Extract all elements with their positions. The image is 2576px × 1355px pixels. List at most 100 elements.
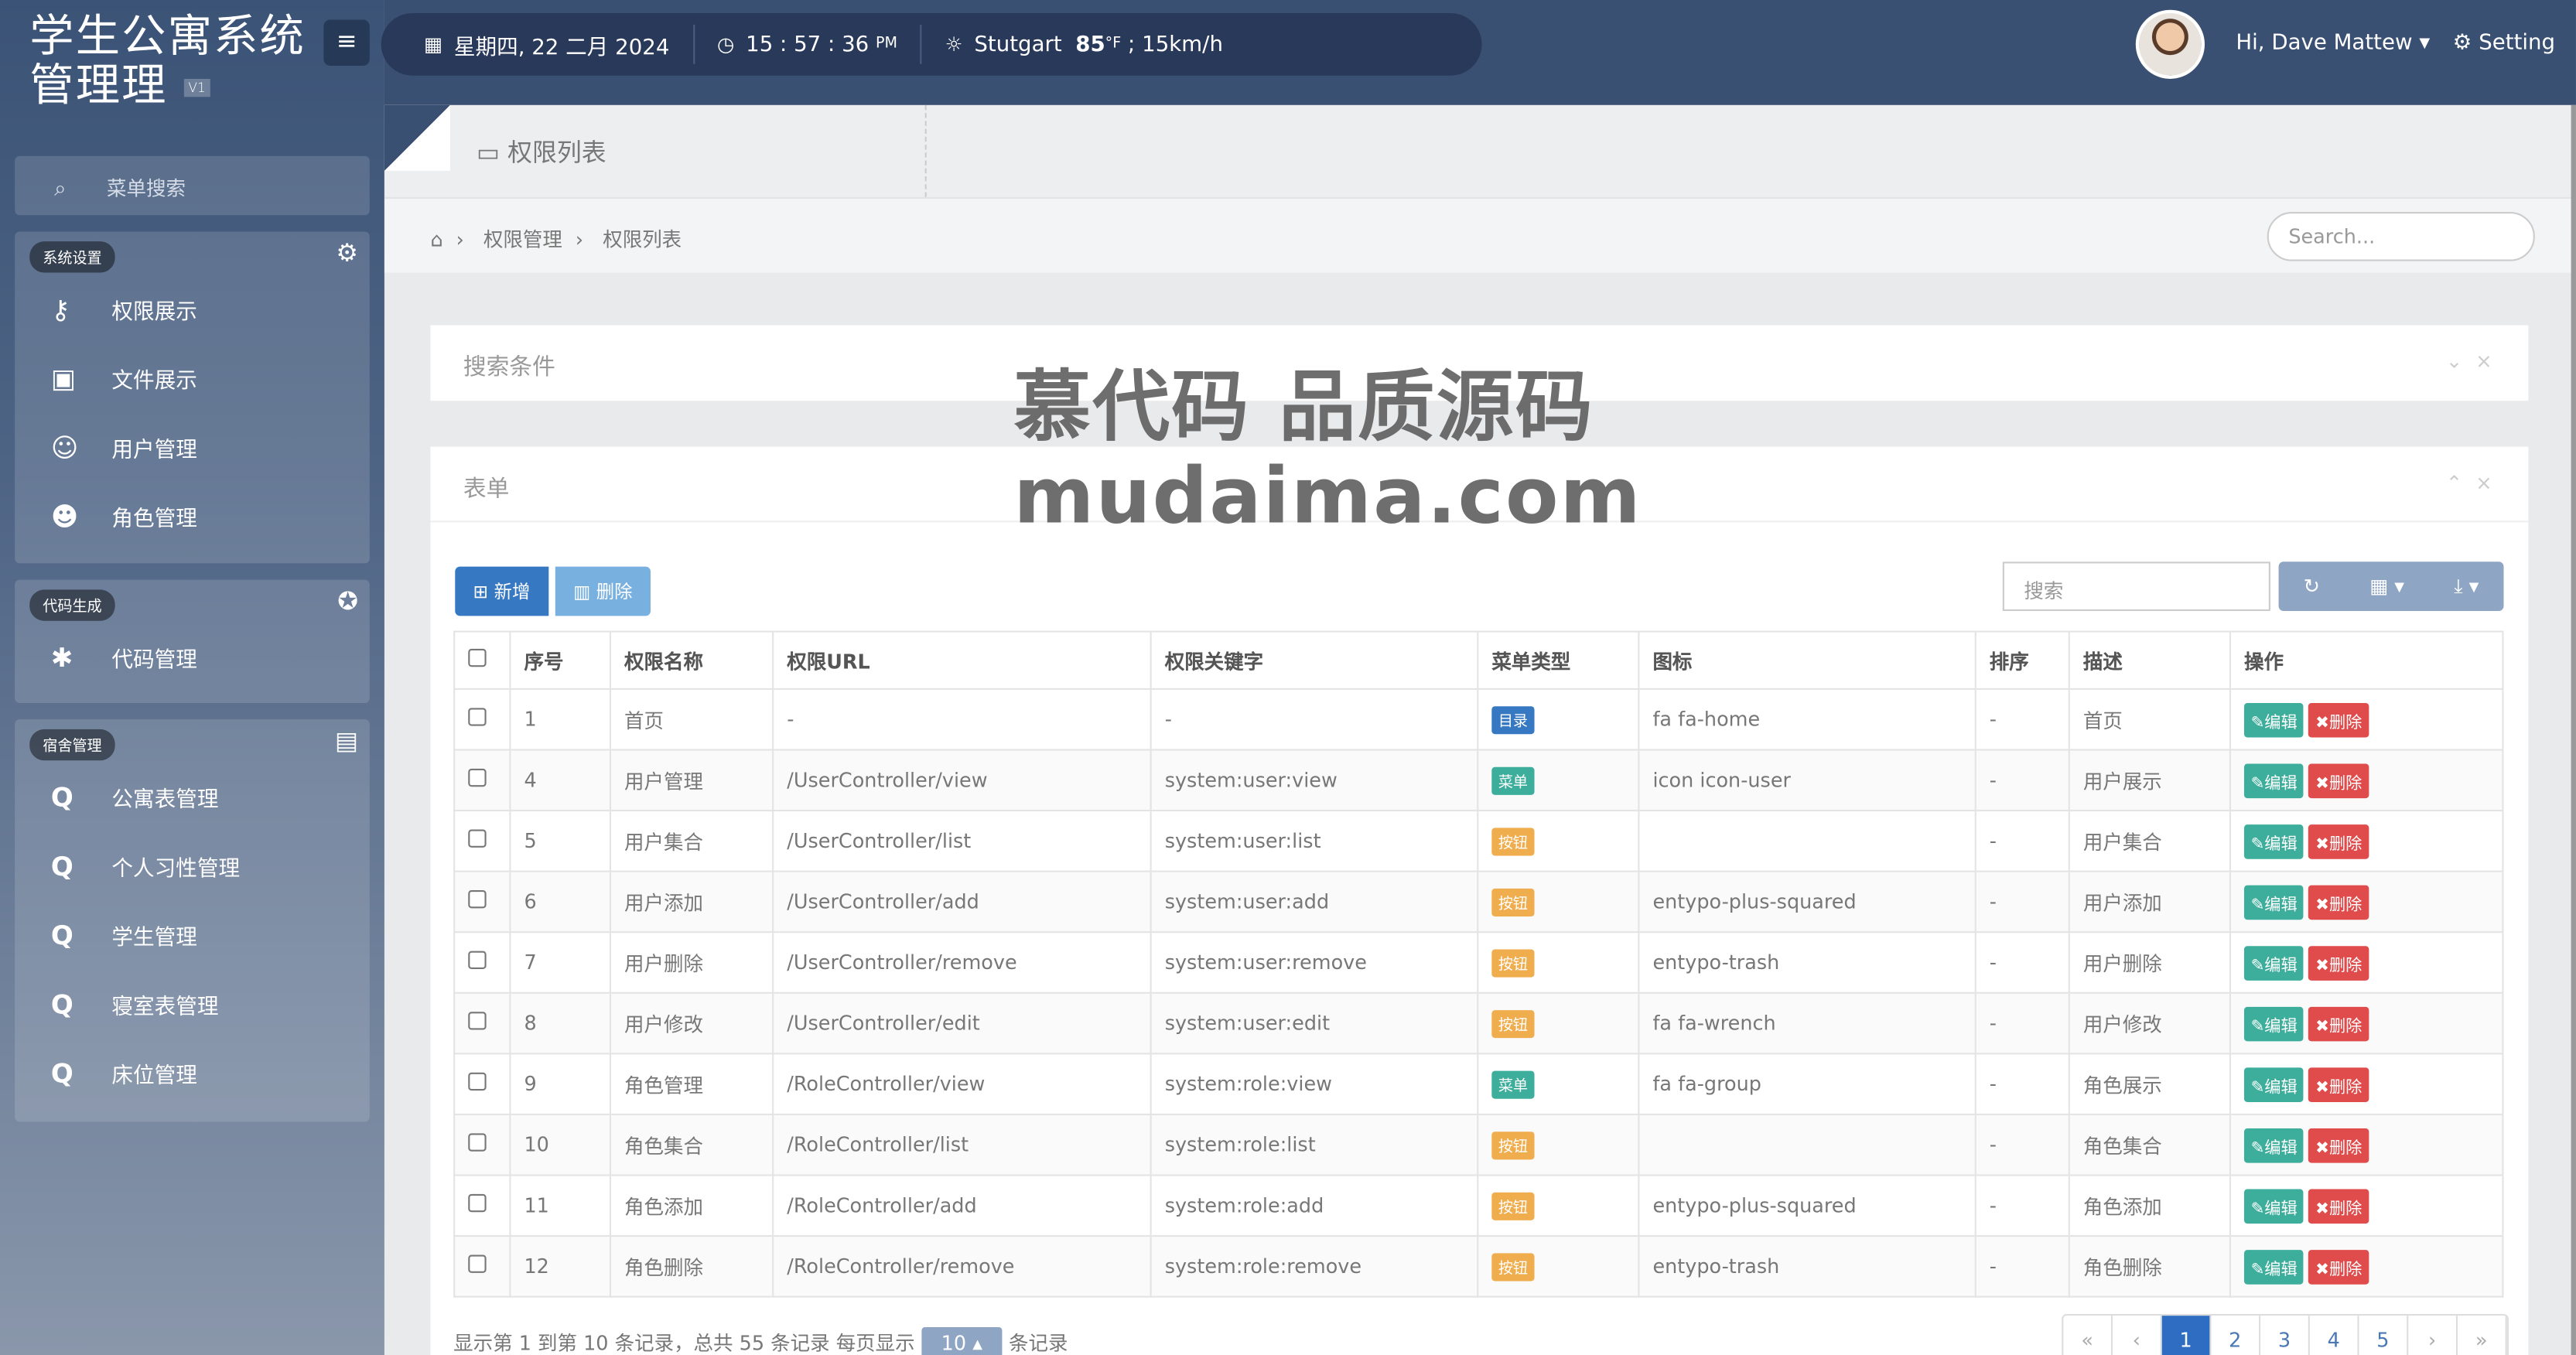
select-all-checkbox[interactable]: [468, 648, 487, 667]
menu-group-system: 系统设置 ⚙ ⚷ 权限展示 ▣ 文件展示 ☺ 用户管理 ☻ 角色管理: [15, 231, 370, 564]
row-delete-button[interactable]: ✖删除: [2308, 701, 2369, 737]
col-header[interactable]: 权限名称: [609, 630, 774, 690]
columns-icon[interactable]: ▦ ▾: [2369, 575, 2404, 598]
row-delete-button[interactable]: ✖删除: [2308, 1005, 2369, 1041]
col-header[interactable]: 描述: [2068, 630, 2231, 690]
global-search-input[interactable]: Search...: [2267, 211, 2535, 261]
row-checkbox[interactable]: [468, 1012, 487, 1030]
sidebar-item-beds[interactable]: Q 床位管理: [15, 1038, 370, 1107]
row-checkbox[interactable]: [468, 951, 487, 969]
cell-id: 6: [509, 870, 612, 933]
page-button[interactable]: «: [2063, 1316, 2113, 1355]
edit-button[interactable]: ✎编辑: [2243, 824, 2304, 858]
cell-sort: -: [1974, 870, 2070, 933]
row-checkbox[interactable]: [468, 890, 487, 909]
page-button[interactable]: 1: [2161, 1316, 2212, 1355]
row-delete-button[interactable]: ✖删除: [2308, 1127, 2369, 1162]
col-header[interactable]: 图标: [1638, 630, 1976, 690]
add-button[interactable]: ⊞ 新增: [455, 566, 548, 616]
menu-toggle-button[interactable]: ≡: [323, 19, 370, 66]
row-checkbox[interactable]: [468, 708, 487, 726]
col-header[interactable]: 排序: [1974, 630, 2070, 690]
table-row[interactable]: 7 用户删除/UserController/remove system:user:r…: [453, 931, 2504, 994]
setting-button[interactable]: ⚙ Setting: [2453, 31, 2555, 56]
row-delete-button[interactable]: ✖删除: [2308, 763, 2369, 798]
menu-search-input[interactable]: ⌕ 菜单搜索: [15, 155, 370, 216]
edit-button[interactable]: ✎编辑: [2243, 1188, 2304, 1224]
row-checkbox[interactable]: [468, 1072, 487, 1091]
sidebar-item-code[interactable]: ✱ 代码管理: [15, 623, 370, 691]
window-icon: ▭: [476, 138, 501, 168]
refresh-icon[interactable]: ↻: [2304, 575, 2320, 598]
sidebar-item-label: 角色管理: [111, 507, 197, 532]
rebel-icon[interactable]: ✪: [337, 586, 358, 616]
panel-tools[interactable]: ⌃×: [2446, 472, 2506, 495]
table-row[interactable]: 11 角色添加/RoleController/add system:role:add…: [453, 1174, 2504, 1237]
edit-button[interactable]: ✎编辑: [2243, 945, 2304, 980]
table-row[interactable]: 4 用户管理/UserController/view system:user:vie…: [453, 749, 2504, 812]
sidebar-item-users[interactable]: ☺ 用户管理: [15, 412, 370, 481]
row-checkbox[interactable]: [468, 829, 487, 848]
user-menu[interactable]: Hi, Dave Mattew ▾: [2236, 31, 2430, 56]
row-delete-button[interactable]: ✖删除: [2308, 1249, 2369, 1284]
row-delete-button[interactable]: ✖删除: [2308, 1188, 2369, 1224]
row-checkbox[interactable]: [468, 1133, 487, 1152]
page-button[interactable]: 2: [2211, 1316, 2261, 1355]
scrollbar[interactable]: [2571, 104, 2576, 1355]
sidebar-item-permission[interactable]: ⚷ 权限展示: [15, 275, 370, 343]
col-header[interactable]: 序号: [509, 630, 612, 690]
row-checkbox[interactable]: [468, 1254, 487, 1273]
table-row[interactable]: 1 首页 - - 目录 fa fa-home - 首页 ✎编辑 ✖删除: [453, 688, 2504, 751]
row-checkbox[interactable]: [468, 1193, 487, 1213]
home-icon[interactable]: ⌂: [430, 228, 442, 251]
sidebar-item-students[interactable]: Q 学生管理: [15, 900, 370, 969]
panel-tools[interactable]: ⌄×: [2446, 350, 2506, 373]
sidebar-item-habits[interactable]: Q 个人习性管理: [15, 831, 370, 900]
page-title: ▭ 权限列表: [477, 135, 606, 169]
table-row[interactable]: 10 角色集合/RoleController/list system:role:li…: [453, 1113, 2504, 1176]
row-delete-button[interactable]: ✖删除: [2308, 884, 2369, 920]
edit-button[interactable]: ✎编辑: [2243, 1249, 2304, 1284]
delete-button[interactable]: ▥ 删除: [555, 566, 651, 616]
edit-button[interactable]: ✎编辑: [2243, 884, 2304, 920]
edit-button[interactable]: ✎编辑: [2243, 763, 2304, 798]
page-button[interactable]: ‹: [2113, 1316, 2162, 1355]
page-button[interactable]: ›: [2408, 1316, 2458, 1355]
page-button[interactable]: 4: [2309, 1316, 2359, 1355]
col-header[interactable]: 权限关键字: [1150, 630, 1479, 690]
sidebar-item-roles[interactable]: ☻ 角色管理: [15, 481, 370, 550]
table-row[interactable]: 12 角色删除/RoleController/remove system:role:…: [453, 1235, 2504, 1298]
avatar[interactable]: [2135, 9, 2205, 79]
breadcrumb-item[interactable]: 权限管理: [483, 228, 562, 251]
sidebar-item-rooms[interactable]: Q 寝室表管理: [15, 969, 370, 1038]
page-button[interactable]: 3: [2260, 1316, 2310, 1355]
contact-icon[interactable]: ▤: [335, 726, 358, 756]
gear-icon[interactable]: ⚙: [336, 238, 358, 268]
edit-button[interactable]: ✎编辑: [2243, 1005, 2304, 1041]
export-icon[interactable]: ⤓ ▾: [2454, 574, 2479, 599]
edit-button[interactable]: ✎编辑: [2243, 1067, 2304, 1101]
page-button[interactable]: 5: [2359, 1316, 2409, 1355]
cell-sort: -: [1974, 1053, 2070, 1115]
table-row[interactable]: 5 用户集合/UserController/list system:user:lis…: [453, 809, 2504, 872]
sidebar-item-files[interactable]: ▣ 文件展示: [15, 343, 370, 412]
table-row[interactable]: 6 用户添加/UserController/add system:user:add 按…: [453, 870, 2504, 933]
row-delete-button[interactable]: ✖删除: [2308, 945, 2369, 980]
sidebar-item-label: 代码管理: [111, 647, 197, 673]
edit-button[interactable]: ✎编辑: [2243, 701, 2304, 737]
col-header[interactable]: 权限URL: [772, 630, 1152, 690]
row-delete-button[interactable]: ✖删除: [2308, 824, 2369, 858]
row-delete-button[interactable]: ✖删除: [2308, 1067, 2369, 1101]
edit-button[interactable]: ✎编辑: [2243, 1127, 2304, 1162]
col-header[interactable]: 菜单类型: [1477, 630, 1640, 690]
table-row[interactable]: 9 角色管理/RoleController/view system:role:vie…: [453, 1053, 2504, 1115]
row-checkbox[interactable]: [468, 768, 487, 787]
menu-type-badge: 按钮: [1491, 1131, 1535, 1159]
table-search-input[interactable]: 搜索: [2002, 561, 2270, 612]
table-row[interactable]: 8 用户修改/UserController/edit system:user:edi…: [453, 992, 2504, 1055]
sidebar-item-apartment[interactable]: Q 公寓表管理: [15, 762, 370, 831]
cell-sort: -: [1974, 1235, 2070, 1298]
page-size-select[interactable]: 10 ▴: [921, 1326, 1003, 1355]
page-button[interactable]: »: [2458, 1316, 2507, 1355]
user-icon: ☺: [50, 431, 79, 462]
